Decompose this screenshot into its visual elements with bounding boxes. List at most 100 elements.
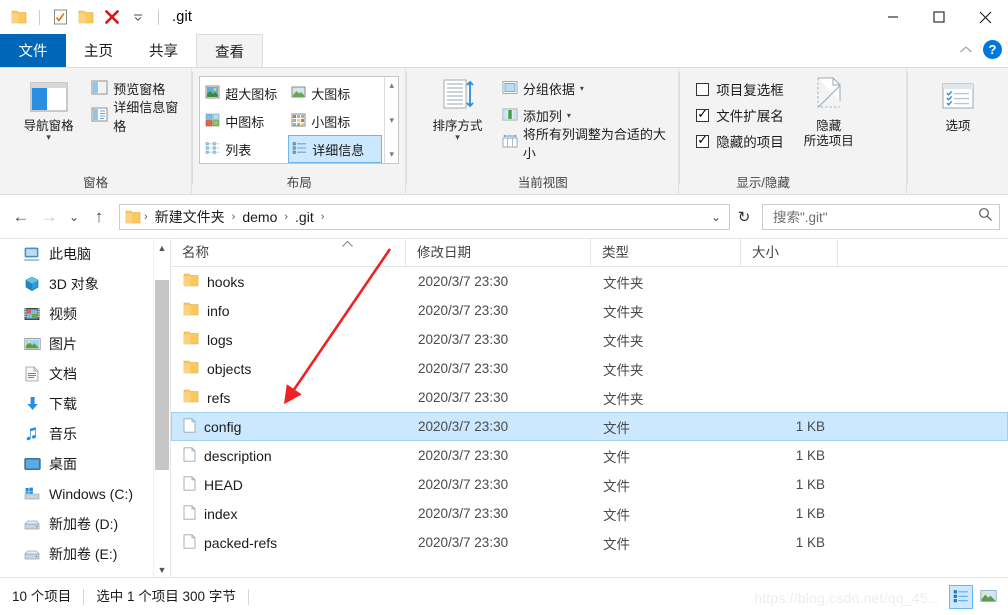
sidebar-item-this-pc[interactable]: 此电脑 — [0, 239, 170, 269]
help-button[interactable]: ? — [983, 40, 1002, 59]
tab-share[interactable]: 共享 — [131, 34, 196, 67]
file-extensions-option[interactable]: 文件扩展名 — [696, 102, 784, 128]
sidebar-item-drive-d[interactable]: 新加卷 (D:) — [0, 509, 170, 539]
item-checkboxes-checkbox[interactable] — [696, 82, 710, 96]
sidebar-item-videos[interactable]: 视频 — [0, 299, 170, 329]
breadcrumb-item-1[interactable]: demo — [238, 208, 281, 226]
column-header-type[interactable]: 类型 — [591, 238, 741, 267]
row-name-cell: refs — [172, 389, 407, 406]
address-dropdown-icon[interactable]: ⌄ — [707, 204, 725, 230]
table-row[interactable]: config 2020/3/7 23:30 文件 1 KB — [171, 412, 1008, 441]
navigation-pane-button[interactable]: 导航窗格 ▾ — [14, 74, 83, 142]
table-row[interactable]: objects 2020/3/7 23:30 文件夹 — [171, 354, 1008, 383]
sidebar-item-music[interactable]: 音乐 — [0, 419, 170, 449]
large-icons-view-button[interactable] — [976, 585, 1000, 609]
hide-selected-items-button[interactable]: 隐藏 所选项目 — [790, 74, 868, 149]
collapse-ribbon-icon[interactable] — [959, 42, 973, 57]
details-view-button[interactable] — [949, 584, 973, 609]
table-row[interactable]: index 2020/3/7 23:30 文件 1 KB — [171, 499, 1008, 528]
view-details[interactable]: 详细信息 — [288, 135, 383, 163]
table-row[interactable]: packed-refs 2020/3/7 23:30 文件 1 KB — [171, 528, 1008, 557]
column-header-date[interactable]: 修改日期 — [406, 238, 591, 267]
view-extra-large-icons[interactable]: 超大图标 — [202, 79, 288, 107]
row-name-label: hooks — [207, 273, 245, 290]
hidden-items-option[interactable]: 隐藏的项目 — [696, 128, 784, 154]
refresh-icon[interactable]: ↻ — [732, 204, 756, 230]
layout-gallery-scrollbar[interactable]: ▴ ▾ ▾ — [384, 77, 399, 163]
view-list[interactable]: 列表 — [202, 135, 288, 163]
table-row[interactable]: hooks 2020/3/7 23:30 文件夹 — [171, 267, 1008, 296]
tab-file[interactable]: 文件 — [0, 34, 66, 67]
hide-selected-items-icon — [809, 74, 849, 116]
options-button[interactable]: 选项 — [919, 74, 997, 134]
hidden-items-checkbox[interactable] — [696, 132, 710, 148]
search-box[interactable] — [762, 204, 1000, 230]
table-row[interactable]: refs 2020/3/7 23:30 文件夹 — [171, 383, 1008, 412]
sidebar-item-windows-c[interactable]: Windows (C:) — [0, 479, 170, 509]
3d-objects-icon — [22, 276, 42, 292]
up-arrow-icon[interactable]: ↑ — [86, 204, 112, 230]
maximize-button[interactable] — [916, 0, 962, 34]
quick-access-toolbar: .git — [0, 0, 192, 34]
sidebar-item-3d-objects[interactable]: 3D 对象 — [0, 269, 170, 299]
scroll-down-icon[interactable]: ▼ — [154, 561, 171, 577]
scrollbar-track[interactable] — [153, 256, 170, 561]
sidebar-item-drive-e[interactable]: 新加卷 (E:) — [0, 539, 170, 569]
scrollbar-thumb[interactable] — [154, 280, 169, 470]
view-large-icons[interactable]: 大图标 — [288, 79, 382, 107]
details-pane-button[interactable]: 详细信息窗格 — [87, 100, 183, 134]
item-checkboxes-option[interactable]: 项目复选框 — [696, 76, 784, 102]
ribbon-group-options: 选项 — [908, 68, 1008, 195]
sidebar-item-desktop[interactable]: 桌面 — [0, 449, 170, 479]
breadcrumb-item-0[interactable]: 新建文件夹 — [151, 206, 229, 228]
view-small-icons[interactable]: 小图标 — [288, 107, 382, 135]
scroll-up-icon[interactable]: ▲ — [154, 239, 171, 256]
close-button[interactable] — [962, 0, 1008, 34]
back-arrow-icon[interactable]: ← — [8, 204, 34, 230]
gallery-expand-icon[interactable]: ▾ — [389, 149, 394, 160]
sort-by-button[interactable]: 排序方式 ▾ — [421, 74, 494, 142]
navigation-pane-scrollbar[interactable]: ▲ ▼ — [153, 239, 170, 577]
file-extensions-label: 文件扩展名 — [716, 109, 784, 124]
row-name-label: packed-refs — [204, 534, 278, 551]
column-header-name[interactable]: 名称 — [171, 238, 406, 267]
view-medium-icons[interactable]: 中图标 — [202, 107, 288, 135]
group-by-button[interactable]: 分组依据 ▾ — [498, 76, 670, 101]
details-view-icon — [292, 141, 307, 158]
breadcrumb-item-2[interactable]: .git — [291, 208, 318, 226]
column-header-size[interactable]: 大小 — [741, 238, 838, 267]
sidebar-item-documents[interactable]: 文档 — [0, 359, 170, 389]
view-small-icons-label: 小图标 — [311, 114, 351, 130]
breadcrumb-chevron-2[interactable]: › — [282, 211, 290, 223]
minimize-button[interactable] — [870, 0, 916, 34]
customize-caret-icon[interactable] — [127, 6, 149, 28]
forward-arrow-icon[interactable]: → — [36, 204, 62, 230]
ribbon-group-current-view-label: 当前视图 — [517, 176, 568, 190]
tab-view[interactable]: 查看 — [196, 34, 263, 67]
row-name-cell: config — [172, 417, 407, 436]
search-input[interactable] — [773, 209, 978, 225]
new-folder-icon[interactable] — [75, 6, 97, 28]
folder-icon[interactable] — [8, 6, 30, 28]
extra-large-icons-icon — [205, 85, 220, 102]
file-extensions-checkbox[interactable] — [696, 106, 710, 122]
breadcrumb-chevron-0[interactable]: › — [142, 211, 150, 223]
breadcrumb[interactable]: › 新建文件夹 › demo › .git › ⌄ — [119, 204, 730, 230]
recent-locations-icon[interactable]: ⌄ — [64, 204, 84, 230]
sidebar-item-downloads[interactable]: 下载 — [0, 389, 170, 419]
breadcrumb-chevron-1[interactable]: › — [230, 211, 238, 223]
table-row[interactable]: logs 2020/3/7 23:30 文件夹 — [171, 325, 1008, 354]
table-row[interactable]: HEAD 2020/3/7 23:30 文件 1 KB — [171, 470, 1008, 499]
table-row[interactable]: info 2020/3/7 23:30 文件夹 — [171, 296, 1008, 325]
tab-home[interactable]: 主页 — [66, 34, 131, 67]
breadcrumb-chevron-3[interactable]: › — [319, 211, 327, 223]
table-row[interactable]: description 2020/3/7 23:30 文件 1 KB — [171, 441, 1008, 470]
documents-icon — [22, 366, 42, 382]
search-icon[interactable] — [978, 207, 993, 227]
gallery-scroll-down-icon[interactable]: ▾ — [389, 115, 394, 126]
gallery-scroll-up-icon[interactable]: ▴ — [389, 80, 394, 91]
properties-icon[interactable] — [49, 6, 71, 28]
size-all-columns-button[interactable]: 将所有列调整为合适的大小 — [498, 127, 670, 161]
delete-icon[interactable] — [101, 6, 123, 28]
sidebar-item-pictures[interactable]: 图片 — [0, 329, 170, 359]
